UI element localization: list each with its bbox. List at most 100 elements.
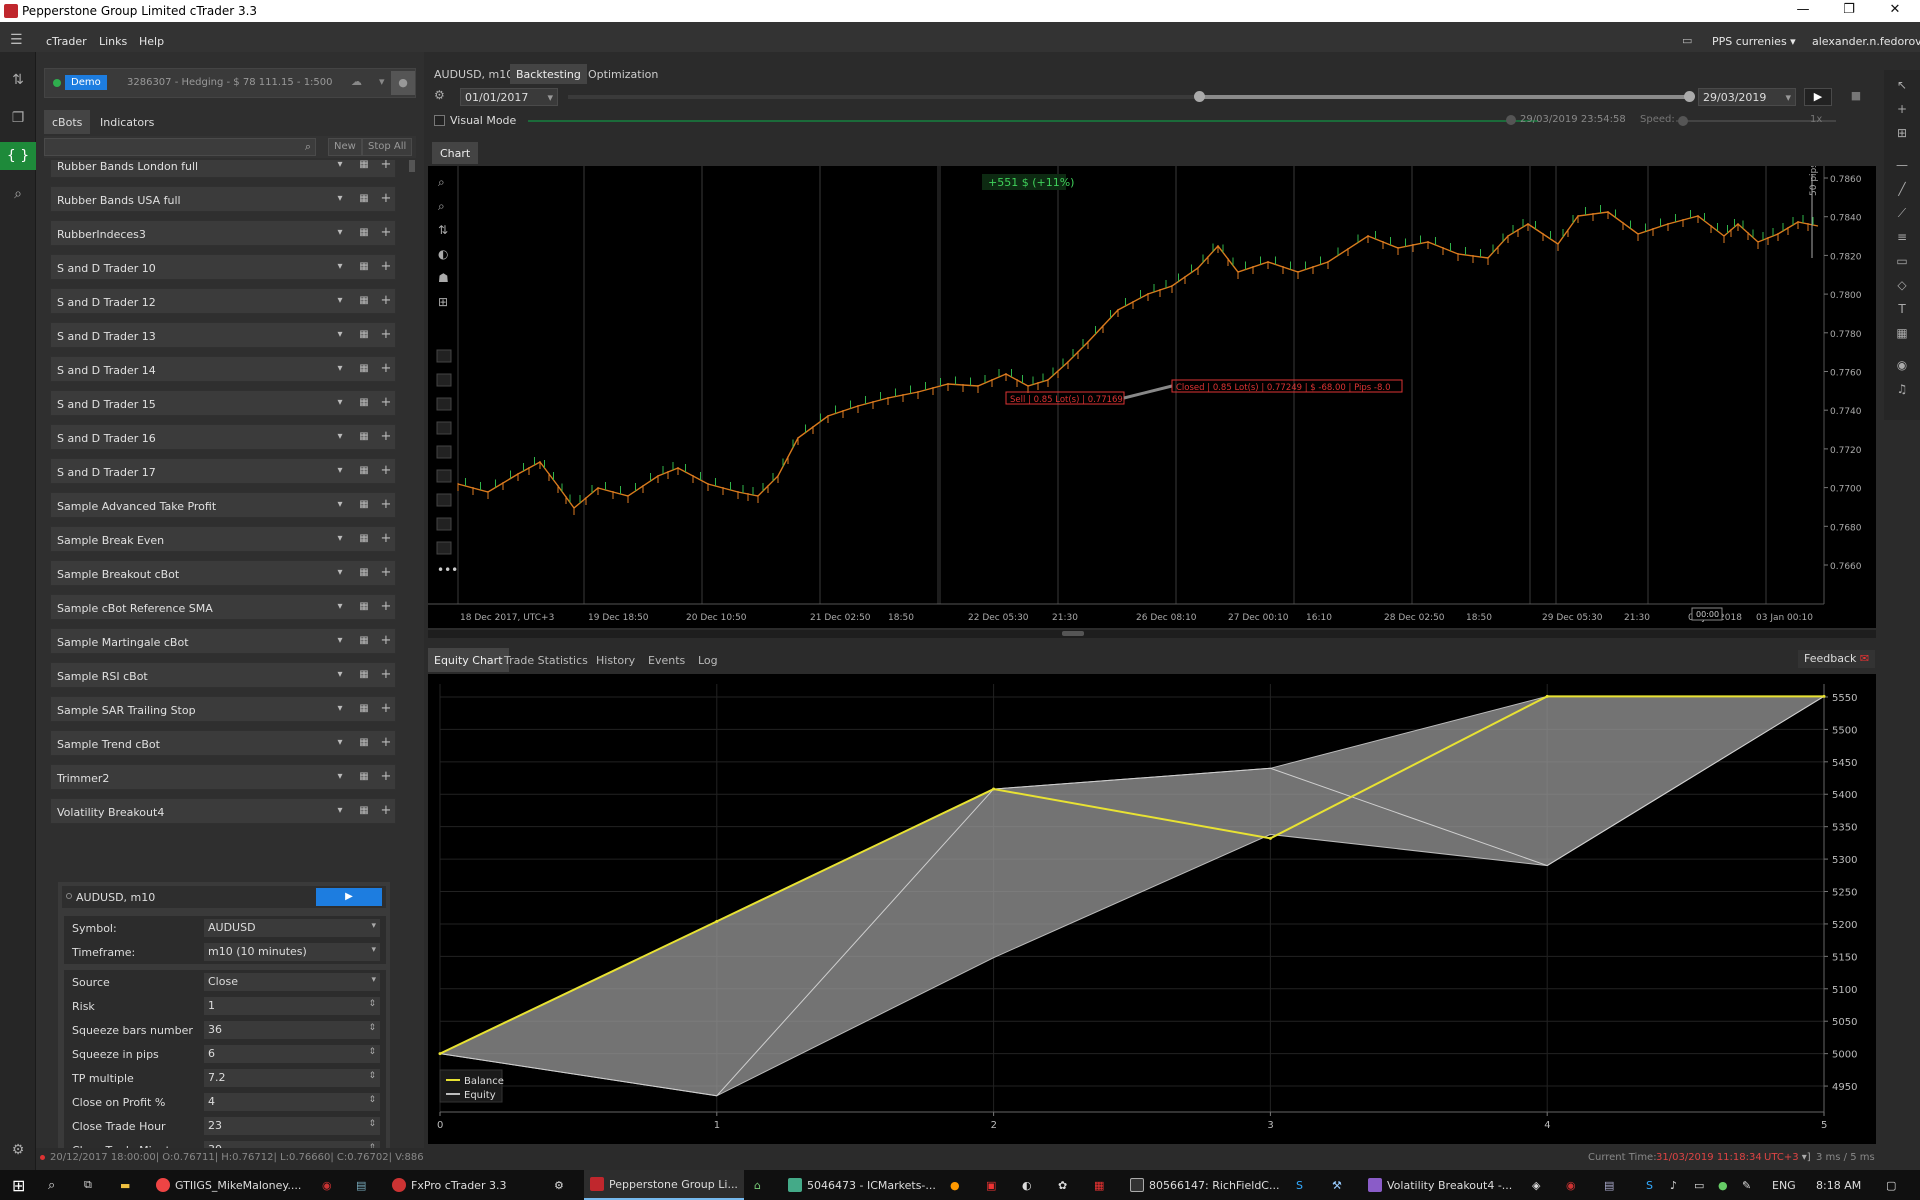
instance-settings-icon[interactable]: ▦ — [357, 464, 371, 478]
search-input[interactable]: ⌕ — [44, 138, 316, 156]
shape-icon[interactable]: ◇ — [1892, 278, 1912, 298]
app-icon[interactable]: ⚒ — [1326, 1170, 1348, 1200]
app-icon[interactable]: ▤ — [1598, 1170, 1620, 1200]
taskbar-item-pepperstone[interactable]: Pepperstone Group Li... — [584, 1170, 744, 1200]
app-icon[interactable]: ◈ — [1526, 1170, 1546, 1200]
notifications-icon[interactable]: ▢ — [1880, 1170, 1902, 1200]
add-instance-icon[interactable]: + — [379, 532, 393, 546]
instance-settings-icon[interactable]: ▦ — [357, 498, 371, 512]
list-item[interactable]: Sample Advanced Take Profit ▾ ▦ + — [50, 492, 396, 518]
file-explorer-icon[interactable]: ▬ — [114, 1170, 136, 1200]
parameter-value[interactable]: 23 ⇕ — [204, 1117, 380, 1135]
start-button[interactable]: ▶ — [316, 888, 382, 906]
tab-equity-chart[interactable]: Equity Chart — [428, 648, 509, 672]
parameter-value[interactable]: 4 ⇕ — [204, 1093, 380, 1111]
app-icon[interactable]: ◉ — [1560, 1170, 1582, 1200]
chevron-down-icon[interactable]: ▾ — [333, 464, 347, 478]
app-icon[interactable]: ▤ — [350, 1170, 372, 1200]
list-item[interactable]: S and D Trader 15 ▾ ▦ + — [50, 390, 396, 416]
settings-gear-icon[interactable]: ⚙ — [0, 1136, 36, 1164]
tab-optimization[interactable]: Optimization — [582, 64, 664, 84]
windows-start-icon[interactable]: ⊞ — [6, 1170, 31, 1200]
analyze-icon[interactable]: ⌕ — [0, 180, 36, 208]
add-instance-icon[interactable]: + — [379, 160, 393, 172]
rectangle-icon[interactable]: ▭ — [1892, 254, 1912, 274]
text-icon[interactable]: T — [1892, 302, 1912, 322]
instance-settings-icon[interactable]: ▦ — [357, 226, 371, 240]
chart-splitter[interactable] — [428, 630, 1876, 638]
add-instance-icon[interactable]: + — [379, 804, 393, 818]
avatar[interactable]: ● — [391, 71, 415, 95]
add-instance-icon[interactable]: + — [379, 362, 393, 376]
range-start-handle[interactable] — [1194, 91, 1205, 102]
taskbar-item-fxpro[interactable]: FxPro cTrader 3.3 — [386, 1170, 512, 1200]
trend-line-icon[interactable]: ╱ — [1892, 182, 1912, 202]
list-item[interactable]: Rubber Bands USA full ▾ ▦ + — [50, 186, 396, 212]
instance-settings-icon[interactable]: ▦ — [357, 362, 371, 376]
list-item[interactable]: Sample cBot Reference SMA ▾ ▦ + — [50, 594, 396, 620]
app-icon[interactable]: ▣ — [980, 1170, 1002, 1200]
crosshair-icon[interactable]: + — [1892, 102, 1912, 122]
network-icon[interactable]: ▭ — [1688, 1170, 1710, 1200]
volume-icon[interactable]: ♪ — [1664, 1170, 1683, 1200]
list-item[interactable]: S and D Trader 17 ▾ ▦ + — [50, 458, 396, 484]
add-instance-icon[interactable]: + — [379, 770, 393, 784]
equity-chart[interactable]: 4950 5000 5050 5100 5150 5200 5250 5300 5350 5400… — [428, 674, 1876, 1144]
instance-header[interactable]: AUDUSD, m10 ▶ — [62, 886, 386, 908]
stop-button[interactable]: ■ — [1842, 88, 1870, 106]
chevron-down-icon[interactable]: ▾ — [333, 362, 347, 376]
taskbar-item-browser[interactable]: GTIIGS_MikeMaloney.... — [150, 1170, 307, 1200]
add-instance-icon[interactable]: + — [379, 260, 393, 274]
parameter-value[interactable]: 7.2 ⇕ — [204, 1069, 380, 1087]
instance-settings-icon[interactable]: ▦ — [357, 600, 371, 614]
instance-settings-icon[interactable]: ▦ — [357, 668, 371, 682]
parameter-value[interactable]: Close ▾ — [204, 973, 380, 991]
parameter-value[interactable]: 36 ⇕ — [204, 1021, 380, 1039]
tray-skype-icon[interactable]: S — [1640, 1170, 1659, 1200]
restore-button[interactable]: ❐ — [1826, 2, 1872, 20]
chevron-down-icon[interactable]: ▾ — [333, 396, 347, 410]
tab-cbots[interactable]: cBots — [44, 110, 91, 134]
chevron-down-icon[interactable]: ▾ — [333, 294, 347, 308]
account-selector[interactable]: Demo 3286307 - Hedging - $ 78 111.15 - 1… — [44, 68, 416, 98]
add-instance-icon[interactable]: + — [379, 600, 393, 614]
taskbar-item-richfield[interactable]: 80566147: RichFieldC... — [1124, 1170, 1285, 1200]
cursor-icon[interactable]: ↖ — [1892, 78, 1912, 98]
fibonacci-icon[interactable]: ≡ — [1892, 230, 1912, 250]
add-instance-icon[interactable]: + — [379, 498, 393, 512]
add-instance-icon[interactable]: + — [379, 634, 393, 648]
ray-icon[interactable]: ⟋ — [1892, 206, 1912, 226]
app-icon[interactable]: ● — [944, 1170, 966, 1200]
tab-backtesting[interactable]: Backtesting — [510, 64, 587, 84]
trade-icon[interactable]: ⇅ — [0, 66, 36, 94]
chevron-down-icon[interactable]: ▾ — [333, 770, 347, 784]
add-instance-icon[interactable]: + — [379, 430, 393, 444]
hamburger-icon[interactable]: ☰ — [10, 32, 23, 48]
parameter-value[interactable]: m10 (10 minutes) ▾ — [204, 943, 380, 961]
task-view-icon[interactable]: ⧉ — [78, 1170, 98, 1200]
chevron-down-icon[interactable]: ▾ — [333, 532, 347, 546]
list-item[interactable]: Volatility Breakout4 ▾ ▦ + — [50, 798, 396, 824]
add-instance-icon[interactable]: + — [379, 328, 393, 342]
list-item[interactable]: RubberIndeces3 ▾ ▦ + — [50, 220, 396, 246]
chevron-down-icon[interactable]: ▾ — [333, 260, 347, 274]
backtest-settings-icon[interactable]: ⚙ — [434, 88, 445, 102]
color-icon[interactable]: ▦ — [1892, 326, 1912, 346]
add-instance-icon[interactable]: + — [379, 226, 393, 240]
copy-icon[interactable]: ❐ — [0, 104, 36, 132]
chevron-down-icon[interactable]: ▾ — [333, 634, 347, 648]
menu-links[interactable]: Links — [99, 35, 127, 48]
chevron-down-icon[interactable]: ▾ — [333, 600, 347, 614]
tab-indicators[interactable]: Indicators — [92, 110, 162, 134]
chevron-down-icon[interactable]: ▾ — [333, 328, 347, 342]
list-item[interactable]: Rubber Bands London full ▾ ▦ + — [50, 160, 396, 178]
app-icon[interactable]: ✿ — [1052, 1170, 1073, 1200]
language-indicator[interactable]: ENG — [1766, 1170, 1802, 1200]
layout-icon[interactable]: ▭ — [1682, 34, 1692, 47]
chevron-down-icon[interactable]: ▾ — [333, 702, 347, 716]
automate-icon[interactable]: { } — [0, 142, 36, 170]
instance-settings-icon[interactable]: ▦ — [357, 430, 371, 444]
add-instance-icon[interactable]: + — [379, 736, 393, 750]
instance-settings-icon[interactable]: ▦ — [357, 634, 371, 648]
instance-settings-icon[interactable]: ▦ — [357, 160, 371, 172]
